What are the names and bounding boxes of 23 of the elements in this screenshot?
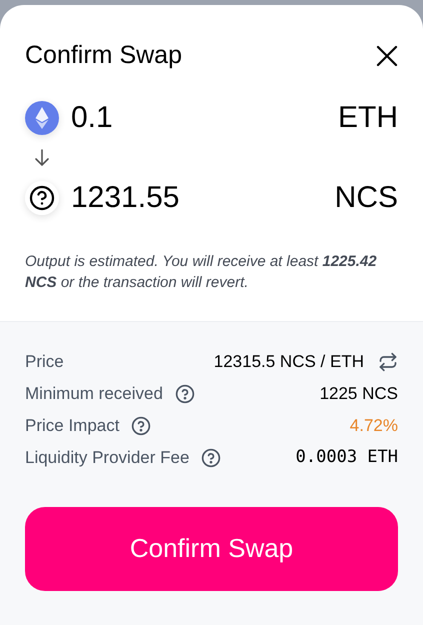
question-icon xyxy=(25,180,59,214)
swap-arrows-icon[interactable] xyxy=(378,352,398,372)
dialog-title: Confirm Swap xyxy=(25,40,182,71)
detail-label: Price xyxy=(25,350,64,373)
help-icon[interactable] xyxy=(174,384,195,404)
token-symbol: ETH xyxy=(338,102,398,132)
detail-label: Liquidity Provider Fee xyxy=(25,446,190,469)
arrow-down-icon xyxy=(34,148,50,166)
token-symbol: NCS xyxy=(334,182,398,212)
token-amount: 0.1 xyxy=(71,102,113,132)
detail-label: Price Impact xyxy=(25,414,120,437)
close-icon[interactable] xyxy=(376,44,398,67)
detail-value: 0.0003 ETH xyxy=(296,446,398,469)
token-amount: 1231.55 xyxy=(71,182,180,212)
ethereum-icon xyxy=(25,100,59,134)
estimate-note: Output is estimated. You will receive at least 1225.42 NCS or the transaction will revert. xyxy=(25,252,378,292)
detail-value: 4.72% xyxy=(350,414,398,437)
confirm-swap-button[interactable]: Confirm Swap xyxy=(25,506,398,590)
help-icon[interactable] xyxy=(131,416,152,436)
detail-value: 1225 NCS xyxy=(320,382,398,405)
help-icon[interactable] xyxy=(201,448,222,468)
detail-label: Minimum received xyxy=(25,382,163,405)
detail-value: 12315.5 NCS / ETH xyxy=(214,350,364,373)
